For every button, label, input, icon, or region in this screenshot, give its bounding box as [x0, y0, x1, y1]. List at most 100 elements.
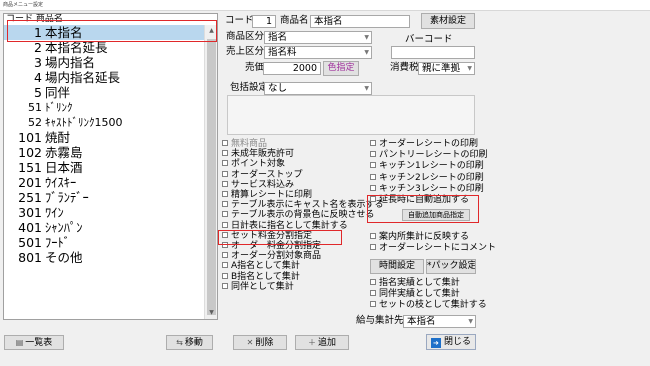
checkbox-label: 無料商品: [231, 139, 268, 149]
list-item[interactable]: 52 ｷｬｽﾄﾄﾞﾘﾝｸ1500: [4, 115, 217, 130]
checkbox-label: オーダー分割対象商品: [231, 251, 322, 262]
checkbox-item[interactable]: キッチン2レシートの印刷: [370, 173, 484, 184]
checkbox-icon[interactable]: [222, 150, 228, 157]
checkbox-item[interactable]: パントリーレシートの印刷: [370, 150, 487, 161]
checkbox-item[interactable]: 指名実績として集計: [370, 278, 460, 289]
checkbox-icon[interactable]: [222, 160, 228, 167]
add-icon: ＋: [307, 338, 316, 347]
checkbox-icon[interactable]: [222, 191, 228, 197]
checkbox-icon[interactable]: [222, 201, 228, 208]
salary-label: 給与集計先: [356, 315, 404, 326]
chevron-down-icon: ▼: [364, 34, 369, 41]
list-item-name: 日本酒: [45, 160, 83, 175]
checkbox-item[interactable]: オーダーレシートの印刷: [370, 139, 478, 150]
checkbox-item[interactable]: セットの枝として集計する: [370, 300, 487, 311]
checkbox-label: ポイント対象: [231, 159, 286, 170]
add-button[interactable]: ＋追加: [295, 335, 349, 350]
list-item[interactable]: 5 同伴: [4, 85, 217, 100]
checkbox-icon[interactable]: [222, 170, 228, 177]
list-item-name: ﾄﾞﾘﾝｸ: [45, 101, 73, 114]
checkbox-item[interactable]: 同伴として集計: [222, 282, 294, 293]
pack-settings-button[interactable]: *パック設定*: [426, 259, 476, 274]
move-button[interactable]: ⇆ 移動: [166, 335, 213, 350]
list-view-button[interactable]: ▤ 一覧表: [4, 335, 64, 350]
checkbox-icon[interactable]: [370, 184, 376, 191]
list-item[interactable]: 101 焼酎: [4, 130, 217, 145]
checkbox-item[interactable]: キッチン3レシートの印刷: [370, 184, 484, 195]
checkbox-icon[interactable]: [370, 244, 376, 251]
checkbox-icon[interactable]: [370, 233, 376, 239]
list-item[interactable]: 151 日本酒: [4, 160, 217, 175]
tax-select[interactable]: 親に準拠 ▼: [418, 62, 475, 75]
checkbox-item[interactable]: 同伴実績として集計: [370, 289, 460, 300]
product-list[interactable]: コード 商品名 1 本指名 2 本指名延長 3 場内指名 4 場内指名延長 5 同伴 51 ﾄﾞﾘﾝｸ…: [3, 13, 218, 320]
checkbox-icon[interactable]: [370, 290, 376, 297]
name-field[interactable]: 本指名: [310, 15, 410, 28]
checkbox-label: テーブル表示にキャスト名を表示する: [231, 200, 384, 211]
list-item-code: 5: [34, 85, 42, 100]
salary-select[interactable]: 本指名 ▼: [403, 315, 476, 328]
category-select[interactable]: 指名 ▼: [264, 31, 372, 44]
list-item-code: 251: [18, 190, 42, 205]
scroll-down-icon[interactable]: ▼: [205, 307, 218, 319]
checkbox-icon[interactable]: [370, 162, 376, 169]
code-field[interactable]: 1: [252, 15, 276, 28]
checkbox-label: A指名として集計: [231, 261, 300, 272]
delete-button[interactable]: ✕ 削除: [233, 335, 287, 350]
list-item[interactable]: 251 ﾌﾞﾗﾝﾃﾞｰ: [4, 190, 217, 205]
checkbox-icon[interactable]: [222, 252, 228, 259]
list-item[interactable]: 401 ｼｬﾝﾊﾟﾝ: [4, 220, 217, 235]
checkbox-icon[interactable]: [222, 180, 228, 187]
checkbox-item[interactable]: オーダーレシートにコメント: [370, 243, 496, 254]
checkbox-icon[interactable]: [222, 272, 228, 279]
checkbox-icon[interactable]: [370, 151, 376, 158]
checkbox-icon[interactable]: [222, 282, 228, 289]
checkbox-label: B指名として集計: [231, 271, 300, 282]
list-item-name: ｼｬﾝﾊﾟﾝ: [45, 220, 83, 235]
checkbox-icon[interactable]: [370, 301, 376, 308]
move-label: 移動: [184, 338, 203, 348]
sales-category-select[interactable]: 指名料 ▼: [264, 46, 372, 59]
checkbox-icon[interactable]: [222, 262, 228, 269]
list-item[interactable]: 51 ﾄﾞﾘﾝｸ: [4, 100, 217, 115]
checkbox-label: オーダーレシートにコメント: [379, 243, 497, 254]
list-item[interactable]: 301 ﾜｲﾝ: [4, 205, 217, 220]
checkbox-item[interactable]: キッチン1レシートの印刷: [370, 161, 484, 172]
list-item-name: 赤霧島: [45, 145, 83, 160]
close-button[interactable]: ➜ 閉じる: [426, 334, 476, 350]
delete-label: 削除: [255, 338, 274, 348]
exit-icon: ➜: [430, 338, 441, 348]
time-settings-button[interactable]: 時間設定: [370, 259, 424, 274]
barcode-field[interactable]: [391, 46, 475, 59]
price-field[interactable]: 2000: [263, 62, 321, 75]
list-item-name: 本指名延長: [45, 40, 108, 55]
checkbox-item[interactable]: 案内所集計に反映する: [370, 232, 469, 243]
name-label: 商品名: [280, 15, 309, 26]
scrollbar-thumb[interactable]: [207, 39, 216, 315]
checkbox-label: キッチン3レシートの印刷: [379, 183, 484, 194]
list-item[interactable]: 4 場内指名延長: [4, 70, 217, 85]
checkbox-icon[interactable]: [222, 221, 228, 228]
salary-value: 本指名: [407, 316, 436, 327]
tax-value: 親に準拠: [422, 63, 461, 74]
add-label: 追加: [317, 338, 336, 348]
list-item[interactable]: 801 その他: [4, 250, 217, 265]
list-item-code: 501: [18, 235, 42, 250]
list-scrollbar[interactable]: ▲ ▼: [204, 25, 217, 319]
checkbox-icon[interactable]: [370, 173, 376, 180]
list-item[interactable]: 3 場内指名: [4, 55, 217, 70]
bundle-select[interactable]: なし ▼: [264, 82, 372, 95]
list-item[interactable]: 501 ﾌｰﾄﾞ: [4, 235, 217, 250]
list-item-code: 201: [18, 175, 42, 190]
list-item[interactable]: 2 本指名延長: [4, 40, 217, 55]
checkbox-icon[interactable]: [222, 140, 228, 146]
checkbox-icon[interactable]: [370, 140, 376, 146]
color-button[interactable]: 色指定: [323, 61, 359, 76]
list-item-code: 301: [18, 205, 42, 220]
checkbox-icon[interactable]: [370, 279, 376, 285]
list-item[interactable]: 201 ｳｲｽｷｰ: [4, 175, 217, 190]
checkbox-icon[interactable]: [222, 211, 228, 218]
list-item[interactable]: 102 赤霧島: [4, 145, 217, 160]
list-item-code: 151: [18, 160, 42, 175]
material-settings-button[interactable]: 素材設定: [421, 13, 475, 29]
